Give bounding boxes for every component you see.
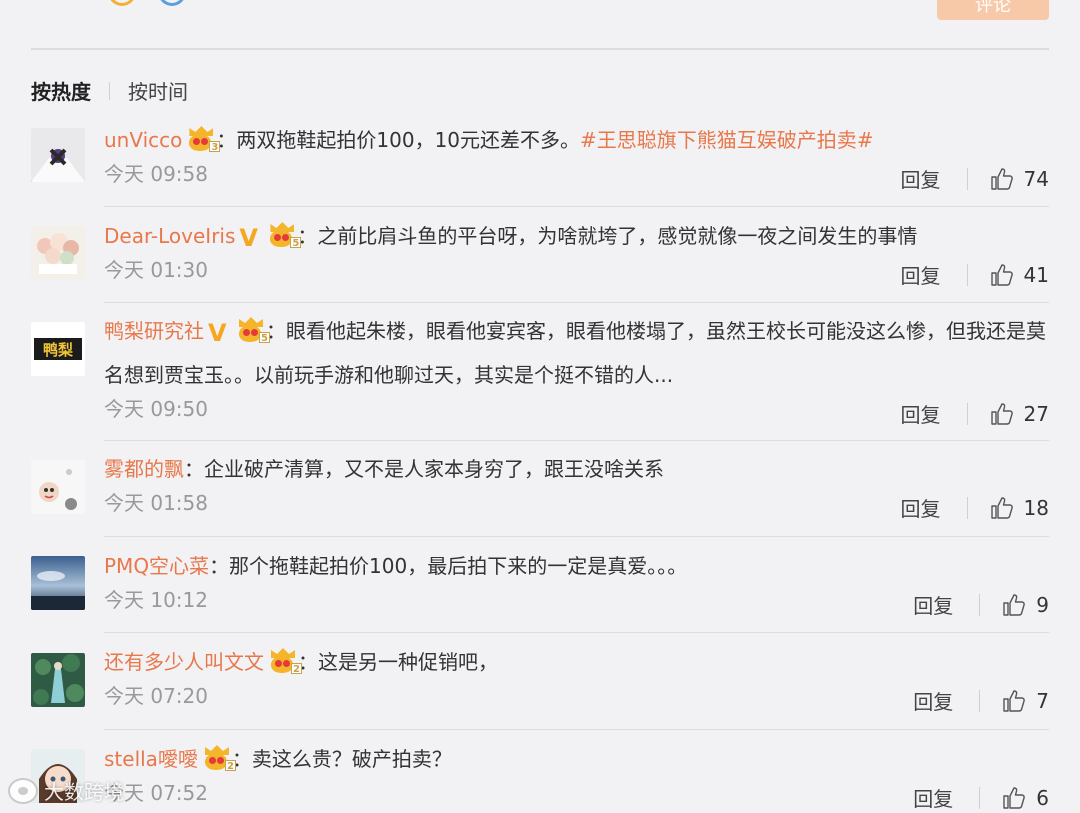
comment-actions: 回复 74 <box>901 164 1049 193</box>
watermark-logo-icon <box>8 777 38 804</box>
avatar[interactable] <box>31 226 85 280</box>
member-crown-icon[interactable]: 2 <box>202 745 236 772</box>
reply-button[interactable]: 回复 <box>913 590 953 619</box>
emoji-toolbar <box>108 0 238 6</box>
comment-text: PMQ空心菜：那个拖鞋起拍价100，最后拍下来的一定是真爱。。。 <box>104 554 688 578</box>
watermark: 大数跨境 <box>8 776 124 805</box>
comment-actions: 回复 6 <box>913 783 1049 812</box>
comment-text: 鸭梨研究社 V 5 ：眼看他起朱楼，眼看他宴宾客，眼看他楼塌了，虽然王校长可能没这么惨… <box>104 317 1046 387</box>
divider <box>104 302 1049 303</box>
divider <box>966 167 968 190</box>
divider <box>966 402 968 425</box>
divider <box>979 689 981 712</box>
username-link[interactable]: 雾都的飘 <box>104 457 184 481</box>
like-count: 7 <box>1036 688 1049 713</box>
sort-bar: 按热度 按时间 <box>31 76 188 105</box>
thumbs-up-icon[interactable] <box>1002 689 1026 713</box>
username-link[interactable]: PMQ空心菜 <box>104 554 209 578</box>
like-count: 9 <box>1036 592 1049 617</box>
comment-actions: 回复 7 <box>913 686 1049 715</box>
divider <box>104 632 1049 633</box>
mention-icon[interactable] <box>158 0 186 6</box>
comment-actions: 回复 27 <box>901 399 1049 428</box>
member-crown-icon[interactable]: 5 <box>236 317 270 344</box>
thumbs-up-icon[interactable] <box>1002 786 1026 810</box>
divider <box>104 536 1049 537</box>
comment-text: 雾都的飘：企业破产清算，又不是人家本身穷了，跟王没啥关系 <box>104 457 664 481</box>
comment-time: 今天 10:12 <box>104 588 208 612</box>
like-count: 18 <box>1023 495 1049 520</box>
avatar[interactable] <box>31 128 85 182</box>
post-comment-button[interactable]: 评论 <box>937 0 1049 20</box>
avatar[interactable] <box>31 556 85 610</box>
reply-button[interactable]: 回复 <box>901 260 941 289</box>
like-count: 41 <box>1023 262 1049 287</box>
divider <box>966 496 968 519</box>
comment-time: 今天 07:52 <box>104 781 208 805</box>
avatar[interactable] <box>31 653 85 707</box>
avatar[interactable] <box>31 460 85 514</box>
avatar[interactable]: 鸭梨 <box>31 322 85 376</box>
member-crown-icon[interactable]: 3 <box>186 126 221 153</box>
verified-v-icon[interactable]: V <box>208 321 232 345</box>
username-link[interactable]: Dear-LoveIris <box>104 224 235 248</box>
comment-actions: 回复 41 <box>901 260 1049 289</box>
topic-link[interactable]: #王思聪旗下熊猫互娱破产拍卖# <box>580 128 874 152</box>
thumbs-up-icon[interactable] <box>990 496 1014 520</box>
username-link[interactable]: unVicco <box>104 128 182 152</box>
member-crown-icon[interactable]: 2 <box>268 648 302 675</box>
divider <box>979 593 981 616</box>
divider <box>104 729 1049 730</box>
reply-button[interactable]: 回复 <box>901 164 941 193</box>
username-link[interactable]: 鸭梨研究社 <box>104 319 204 343</box>
comment-actions: 回复 18 <box>901 493 1049 522</box>
member-crown-icon[interactable]: 5 <box>267 222 302 249</box>
thumbs-up-icon[interactable] <box>990 402 1014 426</box>
username-link[interactable]: 还有多少人叫文文 <box>104 650 264 674</box>
like-count: 6 <box>1036 785 1049 810</box>
thumbs-up-icon[interactable] <box>990 263 1014 287</box>
divider <box>109 81 110 100</box>
comment-text: 还有多少人叫文文 2 ：这是另一种促销吧， <box>104 648 498 675</box>
comment-text: Dear-LoveIris V 5 ：之前比肩斗鱼的平台呀，为啥就垮了，感觉就像一夜之… <box>104 222 918 252</box>
sort-by-time-tab[interactable]: 按时间 <box>128 76 188 105</box>
verified-v-icon[interactable]: V <box>239 226 263 250</box>
reply-button[interactable]: 回复 <box>901 493 941 522</box>
watermark-text: 大数跨境 <box>44 780 124 804</box>
divider <box>104 440 1049 441</box>
like-count: 27 <box>1023 401 1049 426</box>
comment-time: 今天 07:20 <box>104 684 208 708</box>
reply-button[interactable]: 回复 <box>913 686 953 715</box>
comment-text: unVicco 3 ：两双拖鞋起拍价100，10元还差不多。#王思聪旗下熊猫互娱破产… <box>104 126 874 153</box>
comment-actions: 回复 9 <box>913 590 1049 619</box>
thumbs-up-icon[interactable] <box>1002 593 1026 617</box>
divider <box>966 263 968 286</box>
avatar-logo-text: 鸭梨 <box>43 341 73 359</box>
comment-text: stella噯噯 2 ：卖这么贵？破产拍卖？ <box>104 745 452 772</box>
username-link[interactable]: stella噯噯 <box>104 747 198 771</box>
reply-button[interactable]: 回复 <box>913 783 953 812</box>
thumbs-up-icon[interactable] <box>990 167 1014 191</box>
reply-button[interactable]: 回复 <box>901 399 941 428</box>
divider <box>104 206 1049 207</box>
like-count: 74 <box>1023 166 1049 191</box>
divider <box>31 48 1049 50</box>
top-toolbar: 评论 <box>0 0 1080 50</box>
divider <box>979 786 981 809</box>
emoji-icon[interactable] <box>108 0 136 6</box>
sort-by-hot-tab[interactable]: 按热度 <box>31 76 91 105</box>
